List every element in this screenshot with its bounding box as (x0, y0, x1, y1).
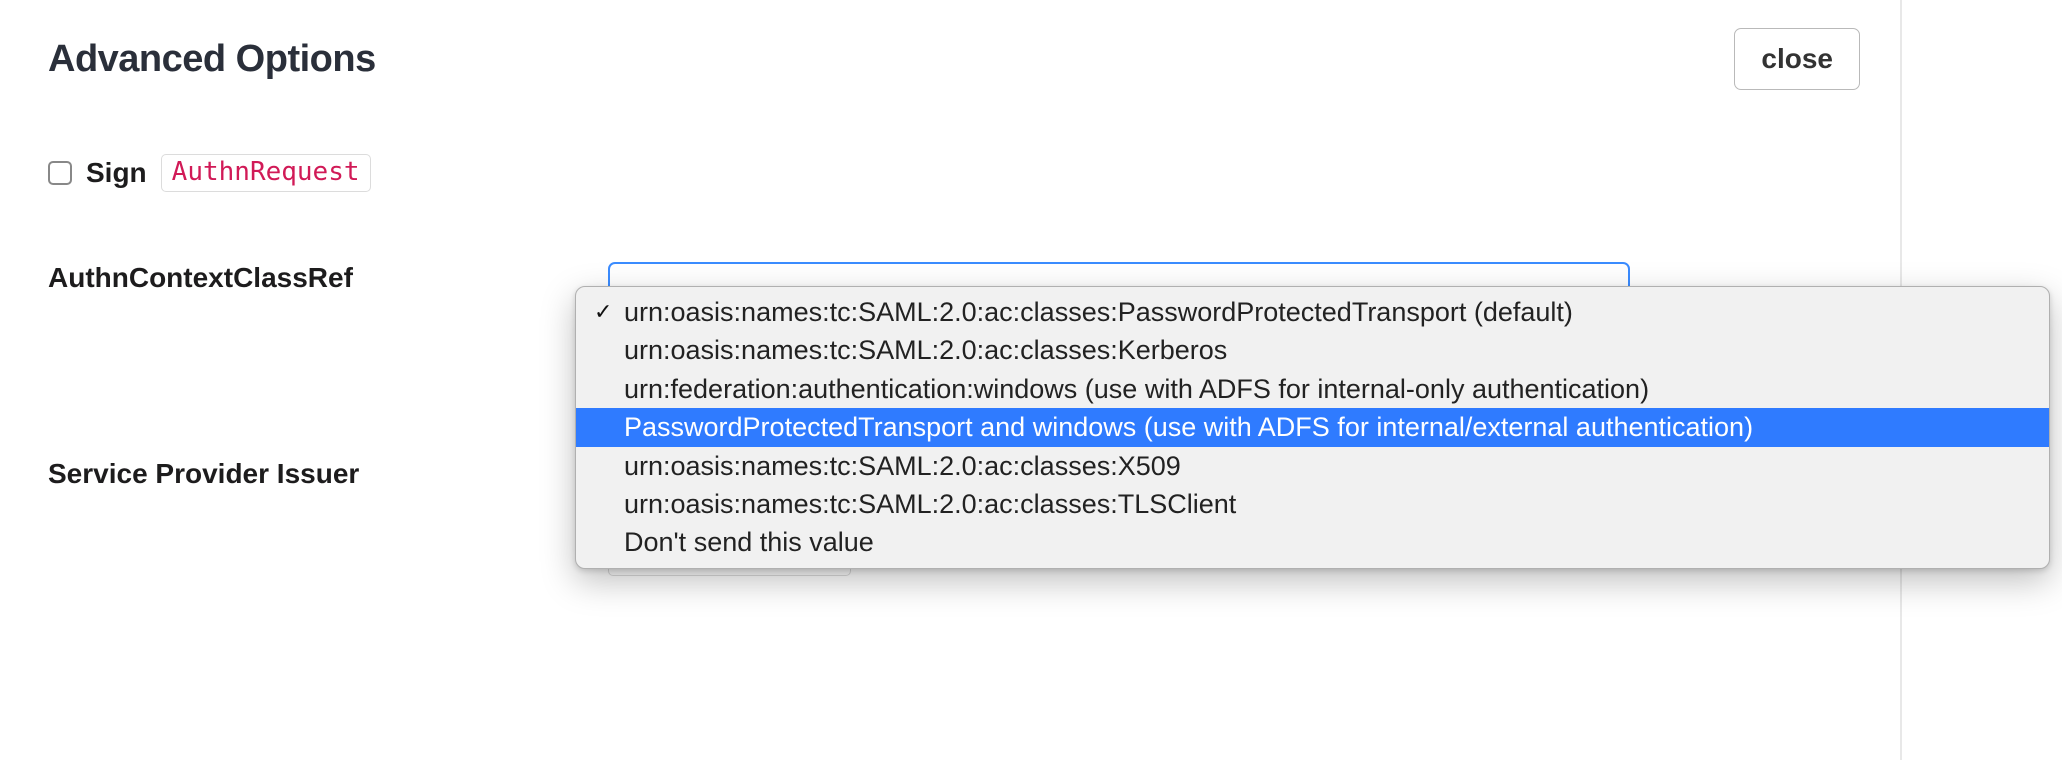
dropdown-option-label: urn:oasis:names:tc:SAML:2.0:ac:classes:P… (624, 296, 1573, 328)
section-title: Advanced Options (48, 38, 376, 81)
dropdown-option[interactable]: Don't send this value (576, 523, 2049, 561)
dropdown-option[interactable]: urn:oasis:names:tc:SAML:2.0:ac:classes:T… (576, 485, 2049, 523)
dropdown-option[interactable]: PasswordProtectedTransport and windows (… (576, 408, 2049, 446)
dropdown-option-label: urn:oasis:names:tc:SAML:2.0:ac:classes:T… (624, 488, 1236, 520)
sign-authnrequest-label-group: Sign AuthnRequest (48, 154, 608, 192)
dropdown-option[interactable]: urn:oasis:names:tc:SAML:2.0:ac:classes:X… (576, 447, 2049, 485)
dropdown-option-label: urn:federation:authentication:windows (u… (624, 373, 1649, 405)
dropdown-option-label: urn:oasis:names:tc:SAML:2.0:ac:classes:X… (624, 450, 1181, 482)
sign-authnrequest-row: Sign AuthnRequest (48, 154, 1900, 192)
checkmark-icon: ✓ (594, 299, 624, 325)
service-provider-issuer-label: Service Provider Issuer (48, 458, 608, 490)
authncontextclassref-label: AuthnContextClassRef (48, 262, 608, 294)
dropdown-option[interactable]: ✓urn:oasis:names:tc:SAML:2.0:ac:classes:… (576, 293, 2049, 331)
dropdown-option-label: Don't send this value (624, 526, 874, 558)
sign-label: Sign (86, 157, 147, 189)
dropdown-option-label: PasswordProtectedTransport and windows (… (624, 411, 1753, 443)
close-button[interactable]: close (1734, 28, 1860, 90)
section-header: Advanced Options close (48, 28, 1900, 90)
authnrequest-code-chip: AuthnRequest (161, 154, 371, 192)
dropdown-option[interactable]: urn:federation:authentication:windows (u… (576, 370, 2049, 408)
dropdown-option[interactable]: urn:oasis:names:tc:SAML:2.0:ac:classes:K… (576, 331, 2049, 369)
sign-authnrequest-checkbox[interactable] (48, 161, 72, 185)
dropdown-option-label: urn:oasis:names:tc:SAML:2.0:ac:classes:K… (624, 334, 1227, 366)
authncontextclassref-dropdown[interactable]: ✓urn:oasis:names:tc:SAML:2.0:ac:classes:… (575, 286, 2050, 569)
